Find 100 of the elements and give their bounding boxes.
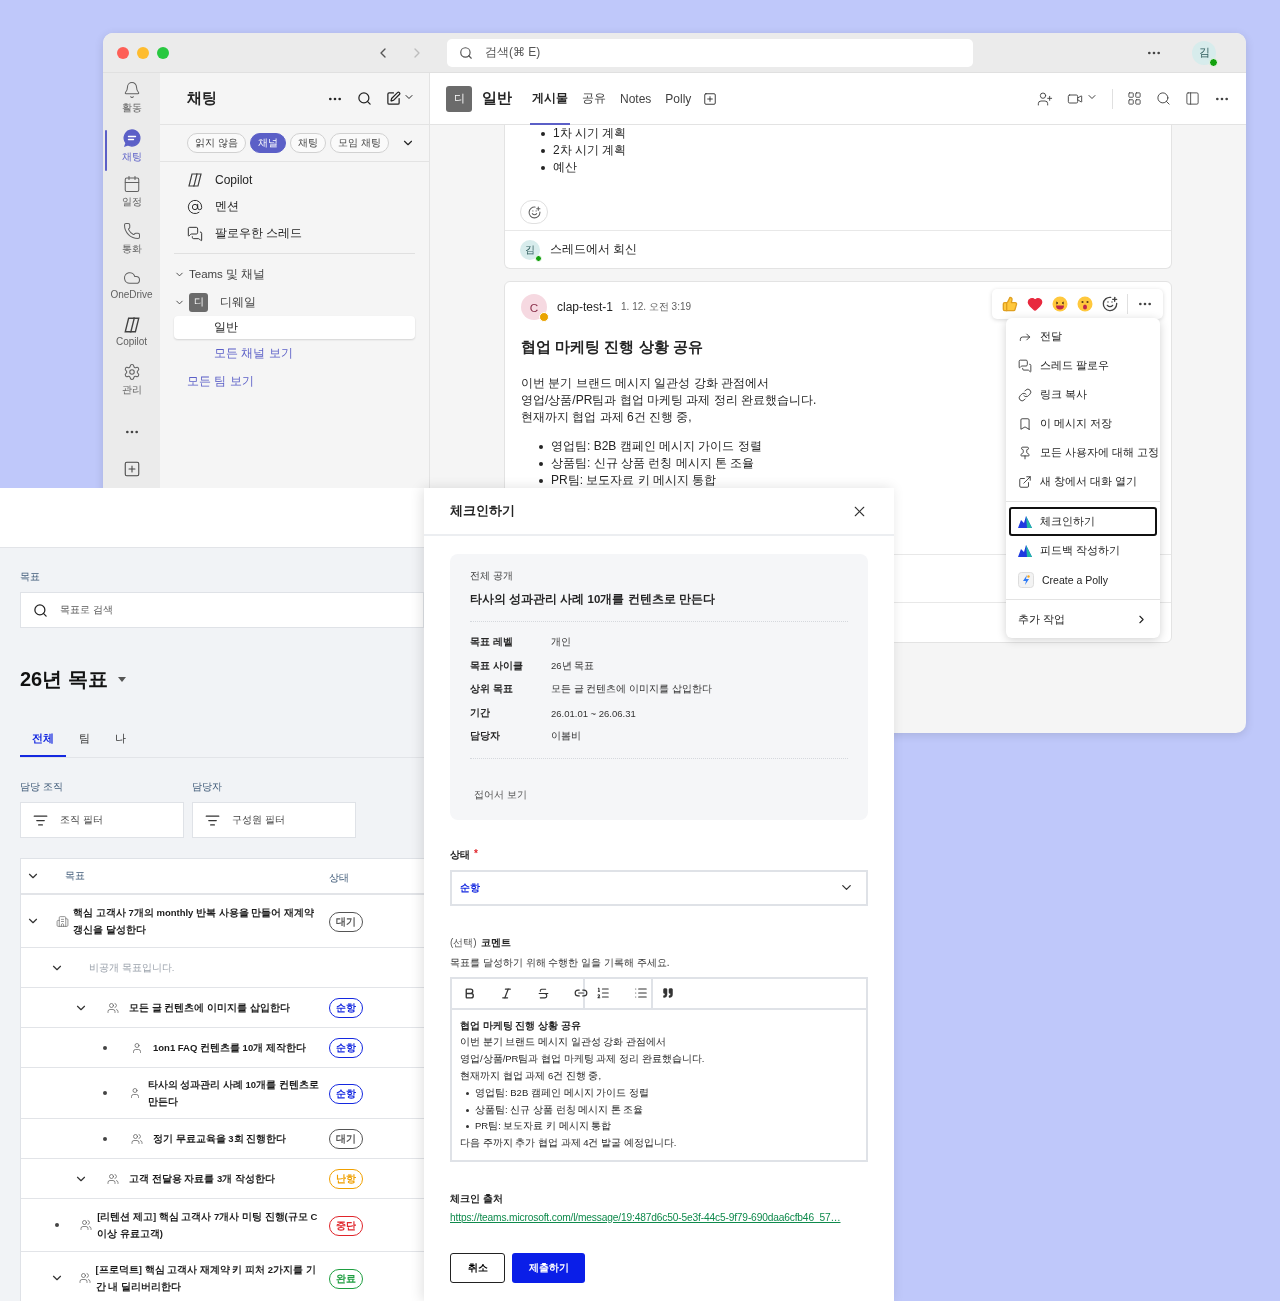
heart-icon[interactable] [1027, 296, 1043, 312]
bookmark-icon [1018, 416, 1032, 431]
list-item[interactable]: 팔로우한 스레드 [215, 225, 303, 242]
add-people-icon[interactable] [1037, 90, 1053, 107]
phone-icon [122, 222, 141, 240]
search-field[interactable]: 검색(⌘ E) [447, 38, 973, 67]
close-window-icon[interactable] [117, 46, 129, 59]
source-link[interactable]: https://teams.microsoft.com/l/message/19:487d6c50-5e3f-44c5-9f79-690daa6cfb46_57… [450, 1212, 868, 1223]
people-icon [107, 1172, 119, 1185]
status-select[interactable]: 순항 [450, 869, 868, 906]
rail-item[interactable]: 채팅 [103, 128, 160, 169]
user-avatar[interactable]: 김 [1192, 40, 1216, 65]
comment-editor[interactable]: 협업 마케팅 진행 상황 공유 이번 분기 브랜드 메시지 일관성 강화 관점에서 영업/상품/PR팀과 협업 마케팅 과제 정리 완료했습니다. 현재까지 협업 과제 6건 진행 중, 영업팀: B2B 캠페인 메시지 가이드 정렬 상품팀: 신규 상품 런칭 메시지 톤 조율 PR팀: 보도자료 키 메시지 통합 다음 주까지 추가 협업 과제 4건 발굴 예정입니다. [450, 976, 868, 1162]
message-text: 이번 분기 브랜드 메시지 일관성 강화 관점에서 [521, 375, 769, 392]
search-field[interactable]: 목표로 검색 [20, 592, 424, 628]
rail-item[interactable]: 활동 [103, 81, 160, 122]
tab[interactable]: 전체 [20, 723, 66, 757]
field-label: 상태 [450, 847, 470, 862]
filter-chip[interactable]: 채팅 [289, 133, 326, 153]
message-text: 현재까지 협업 과제 6건 진행 중, [521, 409, 692, 426]
rail-item[interactable]: 통화 [103, 222, 160, 263]
channel-title: 일반 [482, 89, 512, 108]
bullet-dot [539, 478, 543, 483]
status-badge: 순항 [329, 1038, 363, 1058]
message-text: 예산 [553, 159, 577, 176]
detail-value: 모든 글 컨텐츠에 이미지를 삽입한다 [551, 683, 713, 697]
tab[interactable]: 팀 [66, 723, 102, 757]
bell-icon [122, 81, 141, 99]
list-item[interactable]: Copilot [215, 172, 253, 187]
online-status-icon [535, 254, 542, 262]
add-reaction-icon [527, 205, 541, 219]
tab[interactable]: Polly [663, 72, 694, 125]
detail-label: 기간 [470, 706, 491, 720]
message-time: 1. 12. 오전 3:19 [621, 300, 692, 314]
filter-field[interactable]: 조직 필터 [20, 802, 184, 838]
people-icon [79, 1219, 92, 1231]
comment-text: PR팀: 보도자료 키 메시지 통합 [475, 1119, 612, 1134]
filter-chip[interactable]: 읽지 않음 [187, 133, 246, 153]
copilot-icon [187, 171, 203, 188]
message-text: 상품팀: 신규 상품 런칭 메시지 톤 조율 [551, 455, 755, 472]
search-icon [459, 45, 473, 60]
rail-item[interactable]: 일정 [103, 175, 160, 216]
bullet-dot [541, 148, 545, 153]
goal-title[interactable]: 타사의 성과관리 사례 10개를 컨텐츠로 만든다 [147, 1068, 321, 1118]
message-title: 협업 마케팅 진행 상황 공유 [521, 338, 704, 357]
status-badge: 완료 [329, 1268, 363, 1289]
reply-link[interactable]: 스레드에서 회신 [550, 241, 638, 258]
panel-icon[interactable] [1185, 91, 1200, 106]
cancel-button[interactable]: 취소 [450, 1253, 505, 1283]
laughing-emoji-icon[interactable] [1052, 296, 1068, 312]
goal-title[interactable]: 핵심 고객사 7개의 monthly 반복 사용을 만들어 재계약 갱신을 달성한다 [73, 896, 321, 946]
message-text: 1차 시기 계획 [553, 125, 627, 142]
goal-title[interactable]: 1on1 FAQ 컨텐츠를 10개 제작한다 [153, 1031, 306, 1064]
tab[interactable]: Notes [618, 72, 654, 125]
dropdown-caret-icon[interactable] [117, 677, 126, 682]
goal-title[interactable]: [리텐션 제고] 핵심 고객사 7개사 미팅 진행(규모 C이상 유료고객) [97, 1200, 321, 1250]
rail-item[interactable]: 관리 [103, 363, 160, 404]
add-reaction-button[interactable] [520, 200, 548, 224]
user-avatar: C [521, 294, 547, 320]
filter-chip[interactable]: 모임 채팅 [329, 133, 389, 153]
team-name[interactable]: 디웨일 [220, 294, 256, 310]
page-title: 26년 목표 [20, 667, 108, 692]
people-icon [107, 1001, 119, 1014]
filter-icon [33, 812, 48, 828]
goal-title[interactable]: [프로덕트] 핵심 고객사 재계약 키 피처 2가지를 기간 내 딜리버리한다 [95, 1253, 321, 1301]
user-avatar: 김 [520, 239, 540, 260]
add-app-icon[interactable] [122, 460, 141, 478]
compose-icon[interactable] [386, 91, 401, 106]
collapse-link[interactable]: 접어서 보기 [474, 788, 527, 802]
away-status-icon [539, 312, 549, 322]
at-sign-icon [187, 198, 203, 215]
rail-item[interactable]: OneDrive [103, 269, 160, 310]
field-label: 코멘트 [480, 935, 511, 950]
section-header[interactable]: Teams 및 채널 [189, 266, 266, 282]
comment-text: 현재까지 협업 과제 6건 진행 중, [460, 1069, 602, 1083]
chat-bubbles-icon [1018, 358, 1032, 373]
add-reaction-icon[interactable] [1102, 296, 1118, 312]
search-icon[interactable] [1156, 91, 1171, 106]
goal-title[interactable]: 고객 전달용 자료를 3개 작성한다 [129, 1162, 275, 1195]
tab[interactable]: 공유 [580, 72, 608, 125]
goal-title[interactable]: 정기 무료교육을 3회 진행한다 [153, 1122, 287, 1155]
comment-text: 영업/상품/PR팀과 협업 마케팅 과제 정리 완료했습니다. [460, 1052, 705, 1067]
filter-chip[interactable]: 채널 [249, 133, 286, 153]
surprised-emoji-icon[interactable] [1077, 296, 1093, 312]
add-tab-icon[interactable] [703, 91, 718, 106]
thumbs-up-icon[interactable] [1002, 296, 1018, 312]
all-channels-link[interactable]: 모든 채널 보기 [160, 339, 429, 367]
list-item[interactable]: 멘션 [215, 198, 239, 215]
submit-button[interactable]: 제출하기 [512, 1253, 585, 1283]
rail-item[interactable]: Copilot [103, 316, 160, 357]
all-teams-link[interactable]: 모든 팀 보기 [160, 367, 429, 395]
apps-icon[interactable] [1127, 91, 1142, 106]
search-icon[interactable] [357, 91, 372, 106]
goal-title[interactable]: 모든 글 컨텐츠에 이미지를 삽입한다 [129, 991, 290, 1024]
filter-field[interactable]: 구성원 필터 [192, 802, 356, 838]
menu-item[interactable]: 체크인하기 [1009, 507, 1157, 536]
channel-item[interactable]: 일반 [174, 316, 415, 339]
tab[interactable]: 나 [102, 723, 138, 757]
app-logo-icon [1018, 515, 1032, 528]
pane-title: 채팅 [187, 89, 218, 108]
